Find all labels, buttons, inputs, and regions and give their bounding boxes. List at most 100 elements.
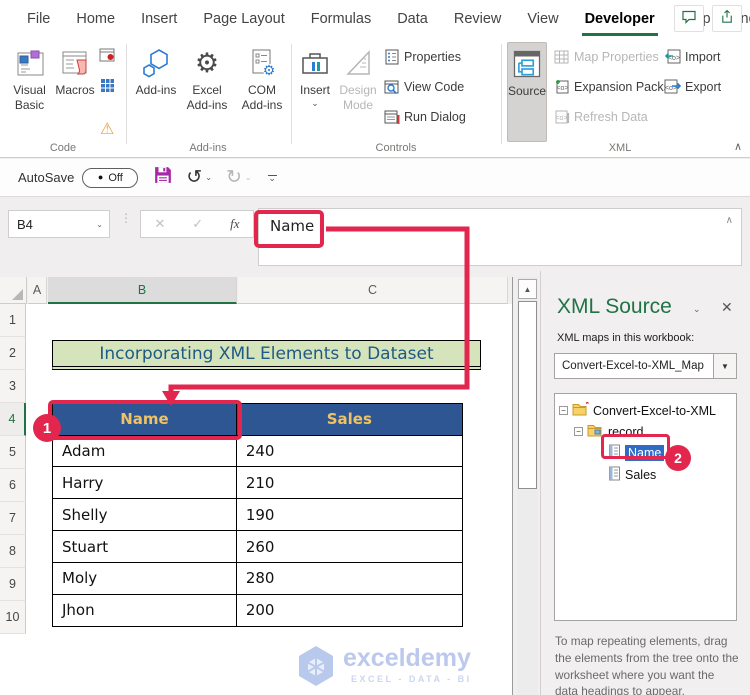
add-ins-button[interactable]: Add-ins	[134, 42, 178, 142]
visual-basic-button[interactable]: Visual Basic	[6, 42, 53, 142]
view-code-button[interactable]: View Code	[383, 76, 464, 98]
quick-access-toolbar: AutoSave ● Off ↺ ⌄ ↻ ⌄ ⌄	[0, 159, 750, 197]
row-header-7[interactable]: 7	[0, 502, 26, 535]
customize-qat-button[interactable]: ⌄	[267, 172, 277, 183]
enter-icon[interactable]: ✓	[192, 216, 203, 232]
tab-view[interactable]: View	[514, 0, 571, 38]
tab-page-layout[interactable]: Page Layout	[190, 0, 297, 38]
row-header-3[interactable]: 3	[0, 370, 26, 403]
pane-close-icon[interactable]: ✕	[721, 299, 733, 316]
insert-control-button[interactable]: Insert ⌄	[296, 42, 334, 142]
xml-source-pane: XML Source ⌄ ✕ XML maps in this workbook…	[540, 271, 750, 695]
macros-button[interactable]: Macros	[54, 42, 96, 142]
dataset-title-cell[interactable]: Incorporating XML Elements to Dataset	[52, 340, 481, 370]
cell-b4-name-header[interactable]: Name	[52, 402, 237, 436]
xml-export-button[interactable]: <o> Export	[664, 76, 721, 98]
tree-node-name[interactable]: Name	[608, 442, 665, 463]
tree-node-root[interactable]: − * Convert-Excel-to-XML	[559, 399, 716, 421]
comments-button[interactable]	[674, 5, 704, 32]
tree-node-sales[interactable]: Sales	[608, 464, 656, 485]
row-header-5[interactable]: 5	[0, 436, 26, 469]
run-dialog-button[interactable]: Run Dialog	[383, 106, 466, 128]
scroll-up-button[interactable]: ▲	[518, 279, 537, 299]
xml-source-button[interactable]: Source	[507, 42, 547, 142]
macro-security-button[interactable]: ⚠	[100, 118, 114, 140]
cell-name[interactable]: Shelly	[52, 498, 237, 532]
com-add-ins-label: COM Add-ins	[241, 83, 283, 112]
xml-group-label: XML	[608, 142, 632, 154]
tab-file[interactable]: File	[14, 0, 63, 38]
cell-name[interactable]: Jhon	[52, 593, 237, 627]
cell-name[interactable]: Harry	[52, 466, 237, 500]
vertical-scrollbar[interactable]: ▲	[517, 277, 538, 695]
tab-formulas[interactable]: Formulas	[298, 0, 384, 38]
cell-sales[interactable]: 210	[235, 466, 463, 500]
tab-data[interactable]: Data	[384, 0, 441, 38]
formula-bar-collapse-icon[interactable]: ∧	[726, 215, 733, 226]
cell-sales[interactable]: 260	[235, 530, 463, 564]
column-header-c[interactable]: C	[238, 277, 508, 304]
relative-references-button[interactable]	[99, 74, 116, 96]
row-header-1[interactable]: 1	[0, 304, 26, 337]
collapse-node-icon[interactable]: −	[574, 427, 583, 436]
cell-sales[interactable]: 190	[235, 498, 463, 532]
macros-icon	[58, 46, 92, 80]
customize-qat-icon: ⌄	[268, 172, 276, 183]
design-mode-button: Design Mode	[336, 42, 380, 142]
cell-name[interactable]: Moly	[52, 561, 237, 595]
warning-icon: ⚠	[100, 121, 115, 138]
tab-developer[interactable]: Developer	[572, 0, 668, 38]
row-header-2[interactable]: 2	[0, 337, 26, 370]
run-dialog-label: Run Dialog	[404, 110, 466, 124]
save-button[interactable]	[154, 166, 172, 189]
com-add-ins-button[interactable]: ⚙ COM Add-ins	[235, 42, 289, 142]
share-button[interactable]	[712, 5, 742, 32]
pane-options-icon[interactable]: ⌄	[693, 304, 701, 315]
insert-function-icon[interactable]: fx	[230, 216, 239, 232]
xml-map-dropdown[interactable]: Convert-Excel-to-XML_Map	[554, 353, 714, 379]
collapse-node-icon[interactable]: −	[559, 406, 568, 415]
scrollbar-thumb[interactable]	[518, 301, 537, 489]
tab-insert[interactable]: Insert	[128, 0, 190, 38]
cell-name[interactable]: Adam	[52, 434, 237, 468]
undo-button[interactable]: ↺ ⌄	[186, 168, 212, 187]
cell-sales[interactable]: 200	[235, 593, 463, 627]
row-header-9[interactable]: 9	[0, 568, 26, 601]
cell-c4-sales-header[interactable]: Sales	[235, 402, 463, 436]
row-header-10[interactable]: 10	[0, 601, 26, 634]
tab-home[interactable]: Home	[63, 0, 128, 38]
xml-map-dropdown-button[interactable]: ▼	[713, 353, 737, 379]
properties-button[interactable]: Properties	[383, 46, 461, 68]
scroll-up-icon: ▲	[523, 284, 532, 294]
xml-import-button[interactable]: <o> Import	[664, 46, 720, 68]
excel-window: File Home Insert Page Layout Formulas Da…	[0, 0, 750, 695]
cell-sales[interactable]: 280	[235, 561, 463, 595]
record-macro-button[interactable]	[99, 44, 116, 66]
expansion-packs-button[interactable]: <o> Expansion Packs	[553, 76, 670, 98]
row-header-8[interactable]: 8	[0, 535, 26, 568]
row-header-6[interactable]: 6	[0, 469, 26, 502]
cell-name[interactable]: Stuart	[52, 530, 237, 564]
collapse-ribbon-icon[interactable]: ∧	[734, 140, 742, 153]
tree-node-record[interactable]: − record	[574, 421, 643, 442]
xml-tree: − * Convert-Excel-to-XML − record Name S…	[554, 393, 737, 621]
cell-sales[interactable]: 240	[235, 434, 463, 468]
column-header-a[interactable]: A	[28, 277, 47, 304]
controls-group-label: Controls	[375, 142, 417, 154]
select-all-corner[interactable]	[0, 277, 27, 304]
macros-label: Macros	[55, 83, 95, 97]
name-box[interactable]: B4 ⌄	[8, 210, 110, 238]
formula-bar[interactable]: Name ∧	[258, 208, 742, 266]
svg-text:*: *	[586, 402, 590, 409]
row-header-4[interactable]: 4	[0, 403, 26, 436]
autosave-toggle[interactable]: ● Off	[82, 167, 139, 188]
excel-add-ins-button[interactable]: ⚙ Excel Add-ins	[181, 42, 233, 142]
column-header-b[interactable]: B	[48, 277, 237, 304]
expansion-packs-icon: <o>	[553, 79, 570, 96]
cancel-icon[interactable]: ✕	[154, 216, 165, 232]
com-add-ins-icon: ⚙	[245, 46, 279, 80]
formula-row: B4 ⌄ ⋮ ✕ ✓ fx Name ∧	[0, 197, 750, 271]
tab-review[interactable]: Review	[441, 0, 515, 38]
redo-button: ↻ ⌄	[226, 168, 252, 187]
folder-icon	[587, 423, 604, 440]
